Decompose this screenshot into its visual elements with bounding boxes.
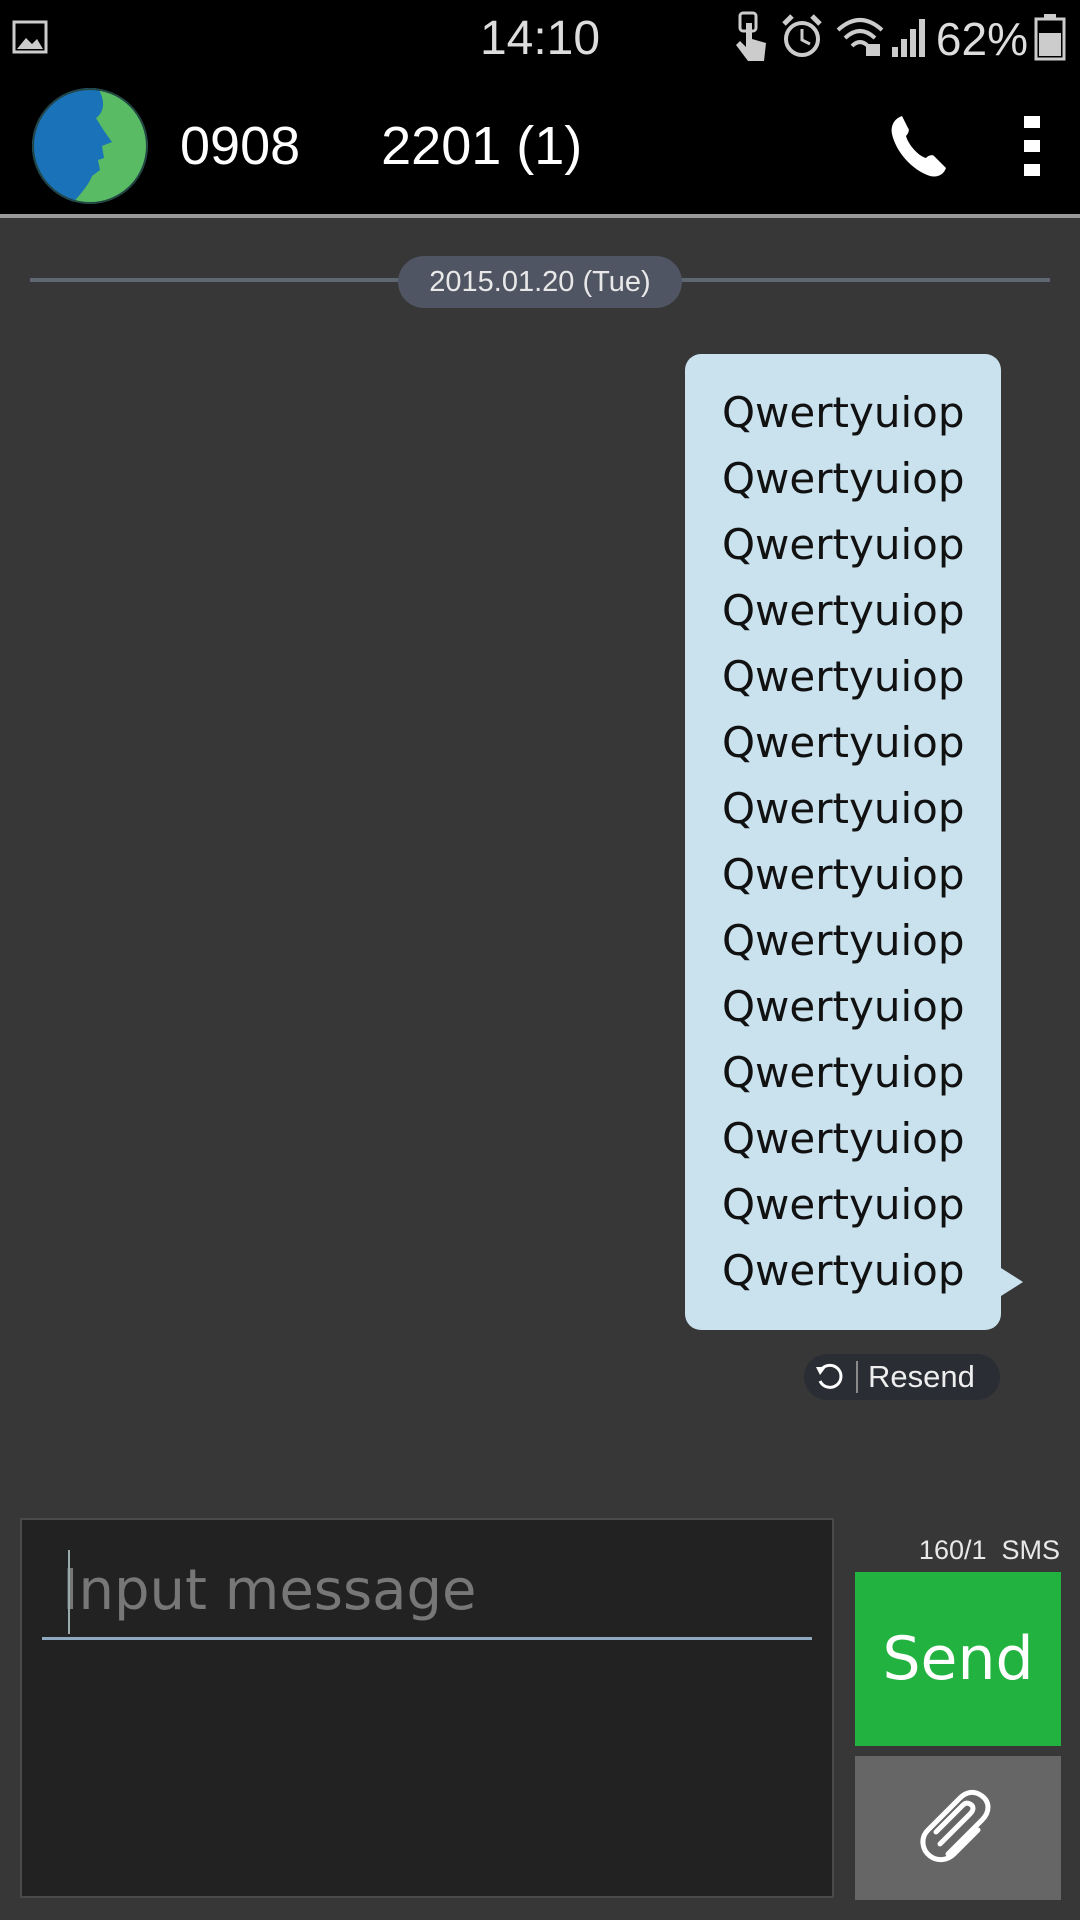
signal-icon (890, 15, 930, 63)
message-line: Qwertyuiop (722, 718, 965, 767)
message-line: Qwertyuiop (722, 1180, 965, 1229)
battery-percent: 62% (935, 13, 1028, 65)
call-button[interactable] (870, 98, 966, 194)
compose-area[interactable] (20, 1518, 834, 1898)
message-line: Qwertyuiop (722, 652, 965, 701)
status-time: 14:10 (479, 12, 601, 65)
message-line: Qwertyuiop (722, 916, 965, 965)
avatar[interactable] (32, 88, 148, 204)
wifi-icon (836, 16, 884, 62)
message-line: Qwertyuiop (722, 1246, 965, 1295)
paperclip-icon (920, 1789, 991, 1863)
message-line: Qwertyuiop (722, 388, 965, 437)
header-divider (0, 214, 1080, 218)
sms-counter: 160/1 SMS (918, 1535, 1060, 1565)
text-cursor (68, 1550, 70, 1634)
resend-separator (856, 1361, 858, 1393)
attach-button[interactable] (855, 1756, 1061, 1900)
message-input[interactable] (42, 1544, 812, 1640)
overflow-menu-button[interactable] (1000, 98, 1064, 194)
message-line: Qwertyuiop (722, 784, 965, 833)
message-line: Qwertyuiop (722, 586, 965, 635)
resend-label: Resend (868, 1359, 975, 1394)
outgoing-message-bubble[interactable]: Qwertyuiop Qwertyuiop Qwertyuiop Qwertyu… (685, 354, 1001, 1330)
touch-icon (728, 7, 772, 71)
alarm-icon (780, 12, 824, 66)
conversation-header: 0908 2201 (1) (0, 78, 1080, 214)
gallery-icon (12, 20, 48, 54)
overflow-menu-icon (1024, 116, 1040, 176)
battery-icon (1034, 13, 1066, 65)
status-bar: 14:10 62% (0, 0, 1080, 78)
message-line: Qwertyuiop (722, 982, 965, 1031)
phone-icon (891, 116, 946, 177)
contact-name: 0908 2201 (1) (180, 116, 583, 176)
message-line: Qwertyuiop (722, 454, 965, 503)
resend-button[interactable]: Resend (804, 1354, 1000, 1400)
message-line: Qwertyuiop (722, 1048, 965, 1097)
message-line: Qwertyuiop (722, 520, 965, 569)
bubble-tail (1001, 1268, 1023, 1296)
send-button[interactable]: Send (855, 1572, 1061, 1746)
refresh-icon (804, 1354, 856, 1400)
message-line: Qwertyuiop (722, 1114, 965, 1163)
date-label: 2015.01.20 (Tue) (398, 256, 682, 308)
message-line: Qwertyuiop (722, 850, 965, 899)
